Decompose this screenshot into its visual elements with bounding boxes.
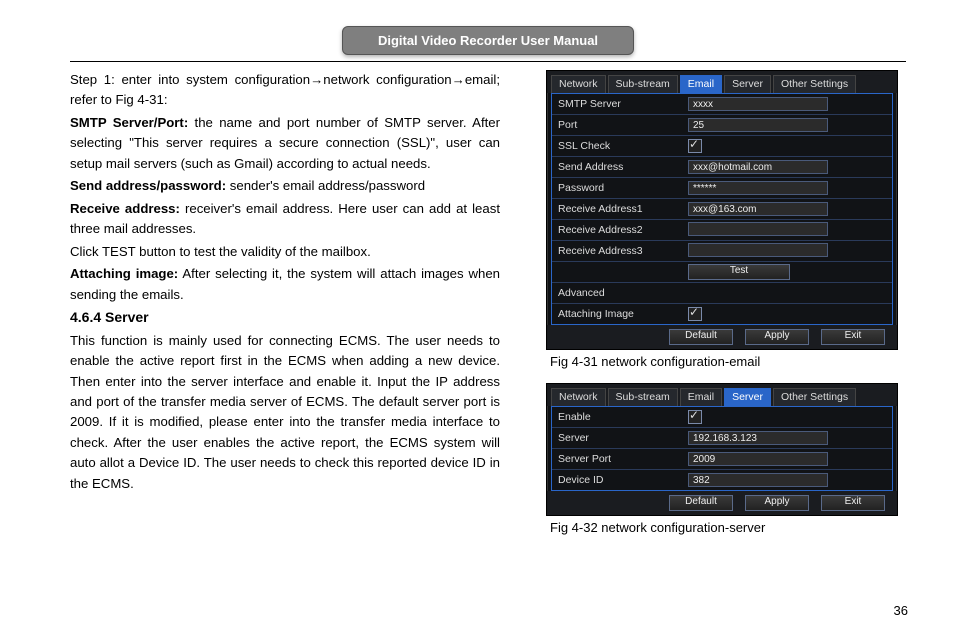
row-test: Test [552,261,892,282]
smtp-bold: SMTP Server/Port: [70,115,188,130]
row-smtp-server: SMTP Server xxxx [552,94,892,114]
server-table: Enable Server 192.168.3.123 Server Port … [551,406,893,491]
row-enable: Enable [552,407,892,427]
step-line: Step 1: enter into system configuration→… [70,70,500,111]
label-ssl-check: SSL Check [552,138,684,154]
checkbox-ssl[interactable] [688,139,702,153]
field-smtp-server[interactable]: xxxx [688,97,828,111]
tab-server[interactable]: Server [724,75,771,93]
server-button-bar: Default Apply Exit [547,491,897,515]
page-number: 36 [894,603,908,618]
tab-email[interactable]: Email [680,75,722,93]
server-config-panel: Network Sub-stream Email Server Other Se… [546,383,898,516]
tab-email[interactable]: Email [680,388,722,406]
tab-network[interactable]: Network [551,75,606,93]
row-device-id: Device ID 382 [552,469,892,490]
field-recv3[interactable] [688,243,828,257]
columns: Step 1: enter into system configuration→… [70,70,906,549]
label-device-id: Device ID [552,472,684,488]
field-password[interactable]: ****** [688,181,828,195]
header-pill: Digital Video Recorder User Manual [342,26,634,55]
row-attaching-image: Attaching Image [552,303,892,324]
page: Digital Video Recorder User Manual Step … [0,0,954,636]
left-column: Step 1: enter into system configuration→… [70,70,500,549]
row-send-address: Send Address xxx@hotmail.com [552,156,892,177]
field-recv2[interactable] [688,222,828,236]
tab-other-settings[interactable]: Other Settings [773,75,856,93]
label-smtp-server: SMTP Server [552,96,684,112]
label-recv2: Receive Address2 [552,222,684,238]
label-server-port: Server Port [552,451,684,467]
label-port: Port [552,117,684,133]
send-text: sender's email address/password [226,178,425,193]
row-server: Server 192.168.3.123 [552,427,892,448]
label-password: Password [552,180,684,196]
label-recv3: Receive Address3 [552,243,684,259]
attach-bold: Attaching image: [70,266,178,281]
apply-button[interactable]: Apply [745,329,809,345]
fig432-caption: Fig 4-32 network configuration-server [550,520,906,535]
field-port[interactable]: 25 [688,118,828,132]
row-port: Port 25 [552,114,892,135]
row-advanced: Advanced [552,282,892,303]
recv-bold: Receive address: [70,201,180,216]
label-attaching: Attaching Image [552,306,684,322]
email-table: SMTP Server xxxx Port 25 SSL Check Send … [551,93,893,325]
default-button[interactable]: Default [669,495,733,511]
server-paragraph: This function is mainly used for connect… [70,331,500,495]
tab-network[interactable]: Network [551,388,606,406]
tab-server[interactable]: Server [724,388,771,406]
email-config-panel: Network Sub-stream Email Server Other Se… [546,70,898,350]
row-recv2: Receive Address2 [552,219,892,240]
checkbox-enable[interactable] [688,410,702,424]
label-send-address: Send Address [552,159,684,175]
header-rule [70,61,906,62]
field-device-id[interactable]: 382 [688,473,828,487]
field-send-address[interactable]: xxx@hotmail.com [688,160,828,174]
row-ssl-check: SSL Check [552,135,892,156]
test-line: Click TEST button to test the validity o… [70,242,500,262]
checkbox-attach-image[interactable] [688,307,702,321]
tab-substream[interactable]: Sub-stream [608,388,678,406]
default-button[interactable]: Default [669,329,733,345]
attach-para: Attaching image: After selecting it, the… [70,264,500,305]
field-recv1[interactable]: xxx@163.com [688,202,828,216]
field-server[interactable]: 192.168.3.123 [688,431,828,445]
send-bold: Send address/password: [70,178,226,193]
fig431-caption: Fig 4-31 network configuration-email [550,354,906,369]
smtp-para: SMTP Server/Port: the name and port numb… [70,113,500,174]
label-server: Server [552,430,684,446]
label-blank-test [552,270,684,274]
recv-para: Receive address: receiver's email addres… [70,199,500,240]
email-tabs: Network Sub-stream Email Server Other Se… [547,71,897,93]
server-tabs: Network Sub-stream Email Server Other Se… [547,384,897,406]
exit-button[interactable]: Exit [821,329,885,345]
row-recv1: Receive Address1 xxx@163.com [552,198,892,219]
label-enable: Enable [552,409,684,425]
label-advanced: Advanced [552,285,684,301]
send-para: Send address/password: sender's email ad… [70,176,500,196]
tab-other-settings[interactable]: Other Settings [773,388,856,406]
heading-464-server: 4.6.4 Server [70,307,500,329]
test-button[interactable]: Test [688,264,790,280]
row-server-port: Server Port 2009 [552,448,892,469]
row-password: Password ****** [552,177,892,198]
label-recv1: Receive Address1 [552,201,684,217]
exit-button[interactable]: Exit [821,495,885,511]
right-column: Network Sub-stream Email Server Other Se… [524,70,906,549]
apply-button[interactable]: Apply [745,495,809,511]
row-recv3: Receive Address3 [552,240,892,261]
field-server-port[interactable]: 2009 [688,452,828,466]
tab-substream[interactable]: Sub-stream [608,75,678,93]
email-button-bar: Default Apply Exit [547,325,897,349]
